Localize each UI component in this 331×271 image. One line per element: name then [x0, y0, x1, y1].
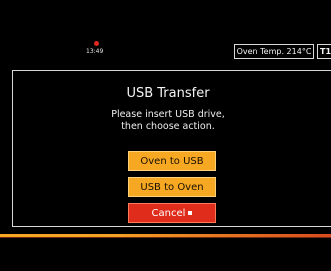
dialog-message-line-2: then choose action. [121, 121, 215, 132]
dialog-message: Please insert USB drive, then choose act… [13, 109, 331, 133]
oven-display-screen: 13:49 Oven Temp. 214°C T1 USB Transfer P… [0, 0, 331, 271]
usb-to-oven-button[interactable]: USB to Oven [128, 177, 216, 197]
usb-transfer-dialog: USB Transfer Please insert USB drive, th… [12, 70, 331, 227]
cancel-button[interactable]: Cancel [128, 203, 216, 223]
usb-to-oven-label: USB to Oven [140, 182, 204, 193]
oven-temperature-display: Oven Temp. 214°C [234, 44, 314, 59]
tray-badge[interactable]: T1 [317, 44, 331, 59]
dialog-title: USB Transfer [126, 86, 210, 101]
bottom-accent-shadow [0, 237, 331, 238]
cancel-label: Cancel [151, 208, 186, 219]
stop-square-icon [188, 211, 193, 215]
status-indicator-dot [94, 41, 99, 46]
oven-to-usb-label: Oven to USB [140, 156, 204, 167]
oven-to-usb-button[interactable]: Oven to USB [128, 151, 216, 171]
clock-time: 13:49 [86, 48, 104, 55]
status-bar: 13:49 Oven Temp. 214°C T1 [0, 0, 331, 64]
dialog-message-line-1: Please insert USB drive, [111, 109, 225, 120]
